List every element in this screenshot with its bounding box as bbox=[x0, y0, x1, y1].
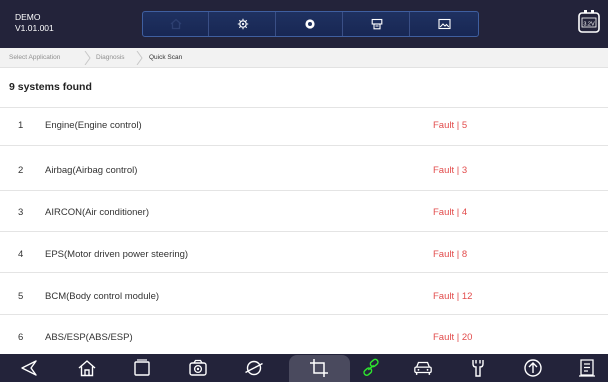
browser-icon bbox=[245, 360, 263, 376]
camera-icon bbox=[189, 359, 207, 376]
wrench-icon bbox=[472, 360, 484, 377]
system-row[interactable]: 4 EPS(Motor driven power steering) Fault… bbox=[0, 237, 608, 274]
nav-camera-button[interactable] bbox=[188, 358, 208, 378]
system-name: Airbag(Airbag control) bbox=[45, 165, 138, 176]
crop-icon bbox=[310, 359, 328, 377]
toolbar-record-button[interactable] bbox=[277, 12, 343, 36]
nav-back-button[interactable] bbox=[19, 358, 39, 378]
divider bbox=[0, 145, 608, 146]
system-row[interactable]: 6 ABS/ESP(ABS/ESP) Fault | 20 bbox=[0, 320, 608, 357]
toolbar-print-button[interactable] bbox=[344, 12, 410, 36]
nav-update-button[interactable] bbox=[523, 358, 543, 378]
nav-vehicle-button[interactable] bbox=[413, 358, 433, 378]
home-icon bbox=[170, 18, 181, 30]
image-icon bbox=[437, 18, 451, 30]
record-icon bbox=[304, 19, 315, 29]
row-number: 6 bbox=[18, 332, 24, 343]
systems-found-title: 9 systems found bbox=[9, 81, 92, 93]
gear-icon bbox=[237, 18, 248, 30]
row-number: 3 bbox=[18, 207, 24, 218]
breadcrumb-quick-scan: Quick Scan bbox=[149, 54, 183, 61]
app-info: DEMO V1.01.001 bbox=[15, 12, 54, 34]
system-row[interactable]: 3 AIRCON(Air conditioner) Fault | 4 bbox=[0, 195, 608, 232]
toolbar-home-button[interactable] bbox=[143, 12, 209, 36]
fault-status: Fault | 20 bbox=[433, 332, 473, 343]
toolbar bbox=[142, 11, 479, 37]
divider bbox=[0, 231, 608, 232]
nav-crop-button[interactable] bbox=[309, 358, 329, 378]
breadcrumb-diagnosis[interactable]: Diagnosis bbox=[96, 48, 125, 67]
report-icon bbox=[579, 359, 595, 377]
divider bbox=[0, 272, 608, 273]
system-name: BCM(Body control module) bbox=[45, 291, 160, 302]
nav-link-button[interactable] bbox=[361, 358, 381, 378]
breadcrumb-separator-icon bbox=[136, 51, 143, 65]
divider bbox=[0, 190, 608, 191]
fault-status: Fault | 5 bbox=[433, 120, 468, 131]
battery-icon: 3.2V bbox=[578, 10, 600, 33]
system-name: EPS(Motor driven power steering) bbox=[45, 249, 189, 260]
fault-status: Fault | 3 bbox=[433, 165, 468, 176]
row-number: 2 bbox=[18, 165, 24, 176]
nav-report-button[interactable] bbox=[577, 358, 597, 378]
app-name: DEMO bbox=[15, 12, 41, 22]
nav-service-button[interactable] bbox=[468, 358, 488, 378]
nav-browser-button[interactable] bbox=[244, 358, 264, 378]
nav-recent-apps-button[interactable] bbox=[132, 358, 152, 378]
nav-home-button[interactable] bbox=[77, 358, 97, 378]
top-bar: DEMO V1.01.001 3.2V bbox=[0, 0, 608, 48]
system-name: ABS/ESP(ABS/ESP) bbox=[45, 332, 133, 343]
row-number: 5 bbox=[18, 291, 24, 302]
toolbar-screenshot-button[interactable] bbox=[411, 12, 477, 36]
battery-voltage: 3.2V bbox=[583, 21, 595, 27]
system-row[interactable]: 2 Airbag(Airbag control) Fault | 3 bbox=[0, 153, 608, 190]
fault-status: Fault | 4 bbox=[433, 207, 468, 218]
fault-status: Fault | 8 bbox=[433, 249, 468, 260]
row-number: 1 bbox=[18, 120, 24, 131]
toolbar-settings-button[interactable] bbox=[210, 12, 276, 36]
system-name: Engine(Engine control) bbox=[45, 120, 142, 131]
back-icon bbox=[21, 360, 37, 376]
car-icon bbox=[414, 361, 432, 375]
breadcrumb: Select Application Diagnosis Quick Scan bbox=[0, 48, 608, 68]
system-name: AIRCON(Air conditioner) bbox=[45, 207, 149, 218]
divider bbox=[0, 314, 608, 315]
fault-status: Fault | 12 bbox=[433, 291, 473, 302]
system-row[interactable]: 1 Engine(Engine control) Fault | 5 bbox=[0, 108, 608, 145]
battery-indicator: 3.2V bbox=[578, 9, 600, 40]
printer-icon bbox=[371, 18, 382, 30]
recent-apps-icon bbox=[134, 359, 150, 376]
system-row[interactable]: 5 BCM(Body control module) Fault | 12 bbox=[0, 279, 608, 316]
breadcrumb-separator-icon bbox=[84, 51, 91, 65]
app-version: V1.01.001 bbox=[15, 23, 54, 33]
breadcrumb-select-application[interactable]: Select Application bbox=[9, 48, 60, 67]
home-icon bbox=[78, 360, 96, 377]
upload-icon bbox=[524, 359, 542, 377]
row-number: 4 bbox=[18, 249, 24, 260]
link-icon bbox=[363, 358, 379, 376]
